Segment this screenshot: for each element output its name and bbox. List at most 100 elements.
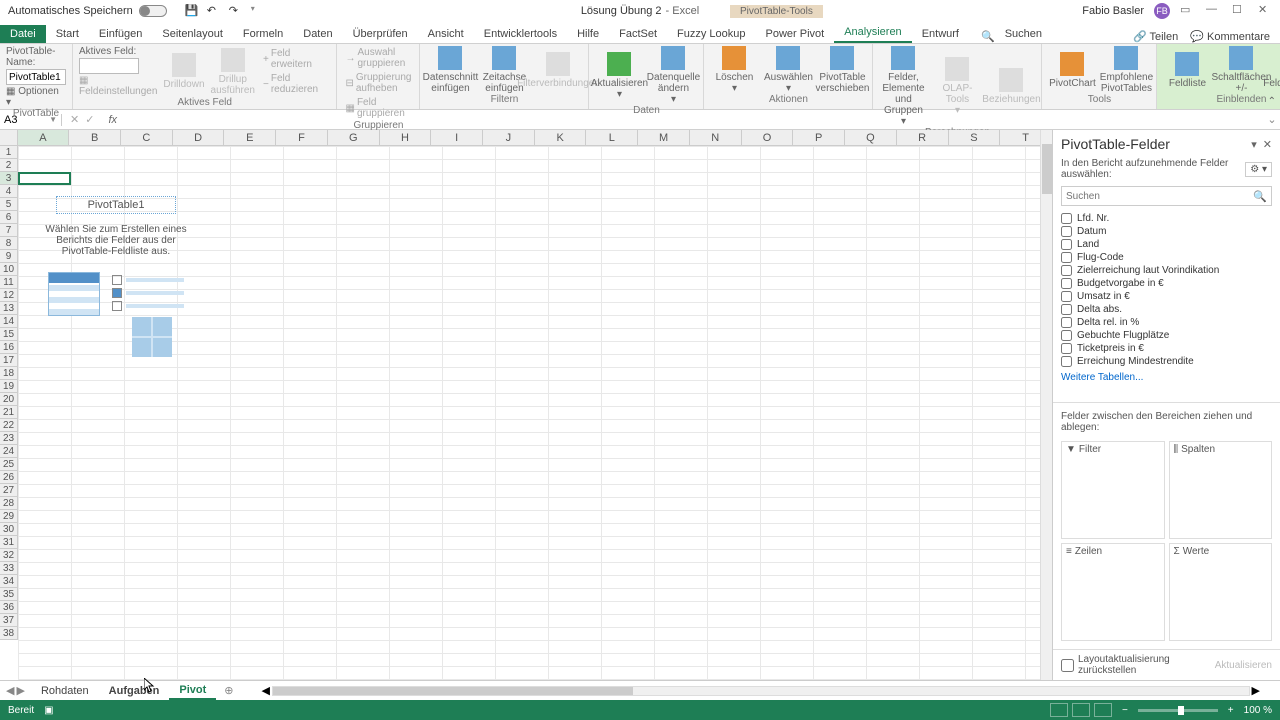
row-header-29[interactable]: 29 <box>0 510 18 523</box>
field-item[interactable]: Ticketpreis in € <box>1061 342 1272 355</box>
tab-entwurf[interactable]: Entwurf <box>912 25 969 43</box>
tab-einfuegen[interactable]: Einfügen <box>89 25 152 43</box>
field-item[interactable]: Zielerreichung laut Vorindikation <box>1061 264 1272 277</box>
row-header-28[interactable]: 28 <box>0 497 18 510</box>
change-source-button[interactable]: Datenquelle ändern ▾ <box>649 46 697 105</box>
row-header-33[interactable]: 33 <box>0 562 18 575</box>
row-header-34[interactable]: 34 <box>0 575 18 588</box>
insert-slicer-button[interactable]: Datenschnitt einfügen <box>426 46 474 94</box>
tab-entwicklertools[interactable]: Entwicklertools <box>474 25 567 43</box>
tab-power-pivot[interactable]: Power Pivot <box>756 25 835 43</box>
pivottable-options-button[interactable]: ▦ Optionen ▾ <box>6 86 66 108</box>
row-header-17[interactable]: 17 <box>0 354 18 367</box>
col-header-b[interactable]: B <box>69 130 121 145</box>
autosave-toggle[interactable] <box>139 5 167 17</box>
filter-connections-button[interactable]: Filterverbindungen <box>534 52 582 89</box>
tab-factset[interactable]: FactSet <box>609 25 667 43</box>
row-header-8[interactable]: 8 <box>0 237 18 250</box>
row-header-14[interactable]: 14 <box>0 315 18 328</box>
cancel-formula-icon[interactable]: ✕ <box>70 113 79 126</box>
field-item[interactable]: Gebuchte Flugplätze <box>1061 329 1272 342</box>
row-header-12[interactable]: 12 <box>0 289 18 302</box>
fieldlist-button[interactable]: Feldliste <box>1163 52 1211 89</box>
pivotchart-button[interactable]: PivotChart <box>1048 52 1096 89</box>
field-item[interactable]: Datum <box>1061 225 1272 238</box>
row-header-31[interactable]: 31 <box>0 536 18 549</box>
recommended-pivot-button[interactable]: Empfohlene PivotTables <box>1102 46 1150 94</box>
col-header-i[interactable]: I <box>431 130 483 145</box>
tab-analysieren[interactable]: Analysieren <box>834 23 911 43</box>
defer-layout-checkbox[interactable] <box>1061 659 1074 672</box>
tab-datei[interactable]: Datei <box>0 25 46 43</box>
macro-record-icon[interactable]: ▣ <box>44 705 53 716</box>
row-header-25[interactable]: 25 <box>0 458 18 471</box>
row-header-16[interactable]: 16 <box>0 341 18 354</box>
collapse-ribbon-icon[interactable]: ⌃ <box>1268 96 1276 107</box>
ungroup-button[interactable]: ⊟ Gruppierung aufheben <box>343 71 413 95</box>
row-header-38[interactable]: 38 <box>0 627 18 640</box>
collapse-field-button[interactable]: − Feld reduzieren <box>261 72 330 96</box>
sheet-tab-pivot[interactable]: Pivot <box>169 682 216 700</box>
col-header-d[interactable]: D <box>173 130 225 145</box>
zoom-slider[interactable] <box>1138 709 1218 712</box>
row-header-2[interactable]: 2 <box>0 159 18 172</box>
worksheet-grid[interactable]: A B C D E F G H I J K L M N O P Q R S T … <box>0 130 1052 680</box>
col-header-m[interactable]: M <box>638 130 690 145</box>
field-checkbox[interactable] <box>1061 343 1072 354</box>
row-header-13[interactable]: 13 <box>0 302 18 315</box>
undo-icon[interactable]: ↶ <box>207 4 221 18</box>
sheet-tab-aufgaben[interactable]: Aufgaben <box>99 683 170 699</box>
tab-formeln[interactable]: Formeln <box>233 25 293 43</box>
row-header-23[interactable]: 23 <box>0 432 18 445</box>
field-item[interactable]: Budgetvorgabe in € <box>1061 277 1272 290</box>
zoom-in-icon[interactable]: + <box>1228 705 1234 716</box>
field-settings-button[interactable]: ▦ Feldeinstellungen <box>79 75 157 97</box>
save-icon[interactable]: 💾 <box>185 4 199 18</box>
col-header-f[interactable]: F <box>276 130 328 145</box>
tab-ansicht[interactable]: Ansicht <box>418 25 474 43</box>
row-header-5[interactable]: 5 <box>0 198 18 211</box>
col-header-a[interactable]: A <box>18 130 70 145</box>
col-header-p[interactable]: P <box>793 130 845 145</box>
group-field-button[interactable]: ▦ Feld gruppieren <box>343 96 413 120</box>
field-checkbox[interactable] <box>1061 252 1072 263</box>
row-header-18[interactable]: 18 <box>0 367 18 380</box>
sheet-nav-prev-icon[interactable]: ◀ <box>6 684 14 697</box>
row-header-24[interactable]: 24 <box>0 445 18 458</box>
col-header-s[interactable]: S <box>949 130 1001 145</box>
tell-me-search[interactable]: Suchen <box>995 25 1052 43</box>
row-header-11[interactable]: 11 <box>0 276 18 289</box>
row-header-27[interactable]: 27 <box>0 484 18 497</box>
calc-fields-button[interactable]: Felder, Elemente und Gruppen ▾ <box>879 46 927 127</box>
vertical-scrollbar[interactable] <box>1040 130 1052 680</box>
field-item[interactable]: Land <box>1061 238 1272 251</box>
pane-dropdown-icon[interactable]: ▾ <box>1251 138 1257 151</box>
field-item[interactable]: Delta abs. <box>1061 303 1272 316</box>
row-header-26[interactable]: 26 <box>0 471 18 484</box>
relations-button[interactable]: Beziehungen <box>987 68 1035 105</box>
col-header-k[interactable]: K <box>535 130 587 145</box>
qat-customize-icon[interactable]: ▾ <box>251 4 265 18</box>
col-header-e[interactable]: E <box>224 130 276 145</box>
col-header-r[interactable]: R <box>897 130 949 145</box>
sheet-nav-next-icon[interactable]: ▶ <box>16 684 24 697</box>
field-checkbox[interactable] <box>1061 304 1072 315</box>
field-search-input[interactable] <box>1062 191 1249 202</box>
row-header-6[interactable]: 6 <box>0 211 18 224</box>
comments-button[interactable]: 💬 Kommentare <box>1190 30 1270 43</box>
sheet-tab-rohdaten[interactable]: Rohdaten <box>31 683 99 699</box>
maximize-icon[interactable]: ☐ <box>1232 3 1248 19</box>
col-header-q[interactable]: Q <box>845 130 897 145</box>
row-header-30[interactable]: 30 <box>0 523 18 536</box>
row-header-22[interactable]: 22 <box>0 419 18 432</box>
field-checkbox[interactable] <box>1061 291 1072 302</box>
row-header-10[interactable]: 10 <box>0 263 18 276</box>
user-avatar[interactable]: FB <box>1154 3 1170 19</box>
tab-ueberpruefen[interactable]: Überprüfen <box>343 25 418 43</box>
row-header-9[interactable]: 9 <box>0 250 18 263</box>
field-checkbox[interactable] <box>1061 226 1072 237</box>
area-rows[interactable]: ≡ Zeilen <box>1061 543 1165 641</box>
search-icon[interactable]: 🔍 <box>1249 190 1271 203</box>
field-checkbox[interactable] <box>1061 239 1072 250</box>
olap-tools-button[interactable]: OLAP-Tools ▾ <box>933 57 981 116</box>
